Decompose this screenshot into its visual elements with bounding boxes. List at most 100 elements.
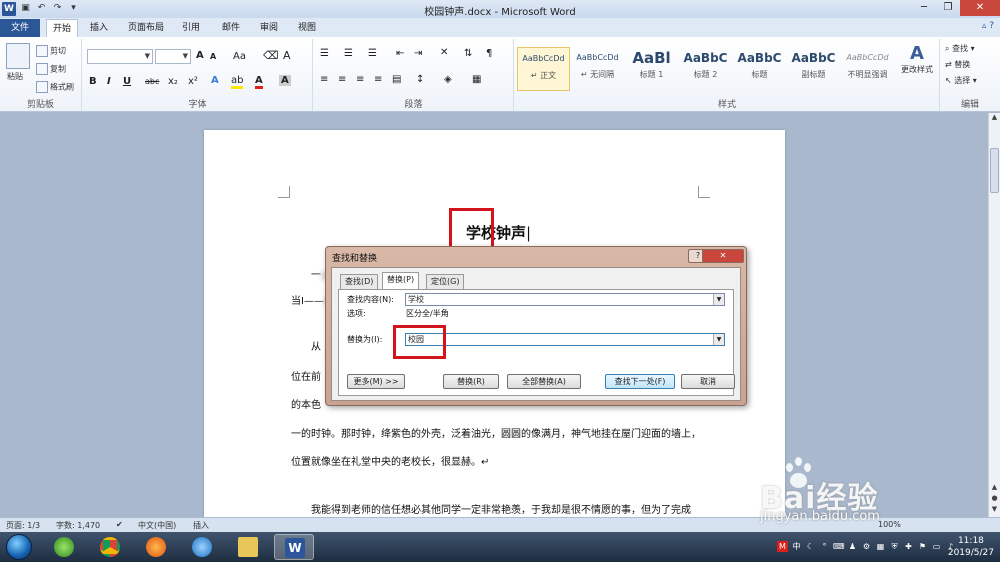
scroll-thumb[interactable]	[990, 148, 999, 193]
style-no-spacing[interactable]: AaBbCcDd ↵ 无间隔	[571, 47, 624, 91]
replace-one-button[interactable]: 替换(R)	[443, 374, 499, 389]
paste-button[interactable]: 粘贴	[7, 71, 23, 82]
paste-icon[interactable]	[6, 43, 30, 69]
format-painter-button[interactable]: 格式刷	[36, 81, 74, 93]
page-count[interactable]: 页面: 1/3	[6, 520, 40, 531]
sort-icon[interactable]: ⇅	[464, 48, 472, 59]
start-button[interactable]	[6, 534, 32, 560]
style-subtitle[interactable]: AaBbC 副标题	[787, 47, 840, 91]
taskbar-app-word[interactable]: W	[274, 534, 314, 560]
subscript-button[interactable]: x₂	[168, 76, 178, 87]
tray-dot-icon[interactable]: °	[819, 541, 830, 552]
replace-all-button[interactable]: 全部替换(A)	[507, 374, 581, 389]
tray-ime[interactable]: 中	[791, 541, 802, 552]
taskbar-app-chrome[interactable]	[90, 534, 130, 560]
strikethrough-button[interactable]: abc	[145, 77, 159, 86]
tray-flag-icon[interactable]: ⚑	[917, 541, 928, 552]
distributed-icon[interactable]: ▤	[392, 74, 401, 85]
tab-home[interactable]: 开始	[46, 19, 79, 37]
numbering-icon[interactable]: ☰	[344, 48, 353, 59]
clear-format-icon[interactable]: ⌫	[263, 49, 279, 62]
find-what-input[interactable]: 学校 ▼	[405, 293, 725, 306]
copy-button[interactable]: 复制	[36, 63, 66, 75]
tray-shirt-icon[interactable]: ♟	[847, 541, 858, 552]
find-button[interactable]: ⌕ 查找 ▾	[945, 43, 975, 54]
tray-plus-icon[interactable]: ✚	[903, 541, 914, 552]
taskbar-app-explorer[interactable]	[228, 534, 268, 560]
tray-gear-icon[interactable]: ⚙	[861, 541, 872, 552]
taskbar-app-ie[interactable]	[182, 534, 222, 560]
close-button[interactable]: ✕	[960, 0, 1000, 16]
style-subtle-emphasis[interactable]: AaBbCcDd 不明显强调	[841, 47, 894, 91]
font-color-icon[interactable]: A	[255, 75, 263, 89]
style-heading-2[interactable]: AaBbC 标题 2	[679, 47, 732, 91]
superscript-button[interactable]: x²	[188, 76, 198, 87]
change-case-button[interactable]: Aa	[233, 51, 246, 62]
font-size-combo[interactable]: ▼	[155, 49, 191, 64]
more-button[interactable]: 更多(M) >>	[347, 374, 405, 389]
shrink-font-button[interactable]: A	[210, 52, 216, 61]
maximize-button[interactable]: ❐	[936, 0, 960, 16]
dialog-tab-replace[interactable]: 替换(P)	[382, 272, 420, 289]
tab-page-layout[interactable]: 页面布局	[122, 19, 170, 37]
tab-review[interactable]: 审阅	[254, 19, 284, 37]
cancel-button[interactable]: 取消	[681, 374, 735, 389]
tab-mailings[interactable]: 邮件	[216, 19, 246, 37]
system-clock[interactable]: 11:18 2019/5/27	[948, 535, 994, 559]
scroll-up-icon[interactable]: ▲	[989, 113, 1000, 124]
justify-icon[interactable]: ≡	[374, 74, 382, 85]
tray-m-icon[interactable]: M	[777, 541, 788, 552]
align-right-icon[interactable]: ≡	[356, 74, 364, 85]
tray-keyboard-icon[interactable]: ⌨	[833, 541, 845, 552]
select-button[interactable]: ↖ 选择 ▾	[945, 75, 977, 86]
show-marks-icon[interactable]: ¶	[486, 48, 492, 59]
multilevel-list-icon[interactable]: ☰	[368, 48, 377, 59]
decrease-indent-icon[interactable]: ⇤	[396, 48, 404, 59]
dialog-tab-find[interactable]: 查找(D)	[340, 274, 379, 289]
replace-with-input[interactable]: 校园 ▼	[405, 333, 725, 346]
bullets-icon[interactable]: ☰	[320, 48, 329, 59]
tray-monitor-icon[interactable]: ▭	[931, 541, 942, 552]
replace-button[interactable]: ⇄ 替换	[945, 59, 970, 70]
chinese-layout-icon[interactable]: ✕	[440, 47, 448, 58]
dialog-tab-goto[interactable]: 定位(G)	[426, 274, 465, 289]
highlight-icon[interactable]: ab	[231, 75, 244, 89]
insert-mode[interactable]: 插入	[193, 520, 209, 531]
chevron-down-icon[interactable]: ▼	[713, 334, 724, 345]
char-shading-icon[interactable]: A	[279, 75, 291, 86]
align-center-icon[interactable]: ≡	[338, 74, 346, 85]
line-spacing-icon[interactable]: ↕	[416, 74, 424, 85]
char-border-icon[interactable]: A	[283, 49, 291, 62]
cut-button[interactable]: 剪切	[36, 45, 66, 57]
change-styles-button[interactable]: A 更改样式	[897, 43, 937, 75]
text-effects-icon[interactable]: A	[211, 75, 219, 86]
tab-insert[interactable]: 插入	[84, 19, 114, 37]
tray-network-icon[interactable]: ▦	[875, 541, 886, 552]
tab-references[interactable]: 引用	[176, 19, 206, 37]
tray-shield-icon[interactable]: ⛨	[889, 541, 900, 552]
italic-button[interactable]: I	[107, 76, 111, 87]
chevron-down-icon[interactable]: ▼	[713, 294, 724, 305]
word-count[interactable]: 字数: 1,470	[56, 520, 100, 531]
proofing-icon[interactable]: ✔	[116, 520, 123, 529]
minimize-button[interactable]: ─	[912, 0, 936, 16]
underline-button[interactable]: U	[123, 76, 131, 87]
tab-file[interactable]: 文件	[0, 19, 40, 37]
taskbar-app-360[interactable]	[44, 534, 84, 560]
style-normal[interactable]: AaBbCcDd ↵ 正文	[517, 47, 570, 91]
align-left-icon[interactable]: ≡	[320, 74, 328, 85]
shading-icon[interactable]: ◈	[444, 74, 452, 85]
taskbar-app-firefox[interactable]	[136, 534, 176, 560]
style-title[interactable]: AaBbC 标题	[733, 47, 786, 91]
style-heading-1[interactable]: AaBl 标题 1	[625, 47, 678, 91]
find-next-button[interactable]: 查找下一处(F)	[605, 374, 675, 389]
tray-moon-icon[interactable]: ☾	[805, 541, 816, 552]
dialog-close-button[interactable]: ✕	[702, 249, 744, 263]
borders-icon[interactable]: ▦	[472, 74, 481, 85]
tab-view[interactable]: 视图	[292, 19, 322, 37]
language-indicator[interactable]: 中文(中国)	[138, 520, 176, 531]
font-name-combo[interactable]: ▼	[87, 49, 153, 64]
bold-button[interactable]: B	[89, 76, 97, 87]
increase-indent-icon[interactable]: ⇥	[414, 48, 422, 59]
grow-font-button[interactable]: A	[196, 50, 204, 61]
